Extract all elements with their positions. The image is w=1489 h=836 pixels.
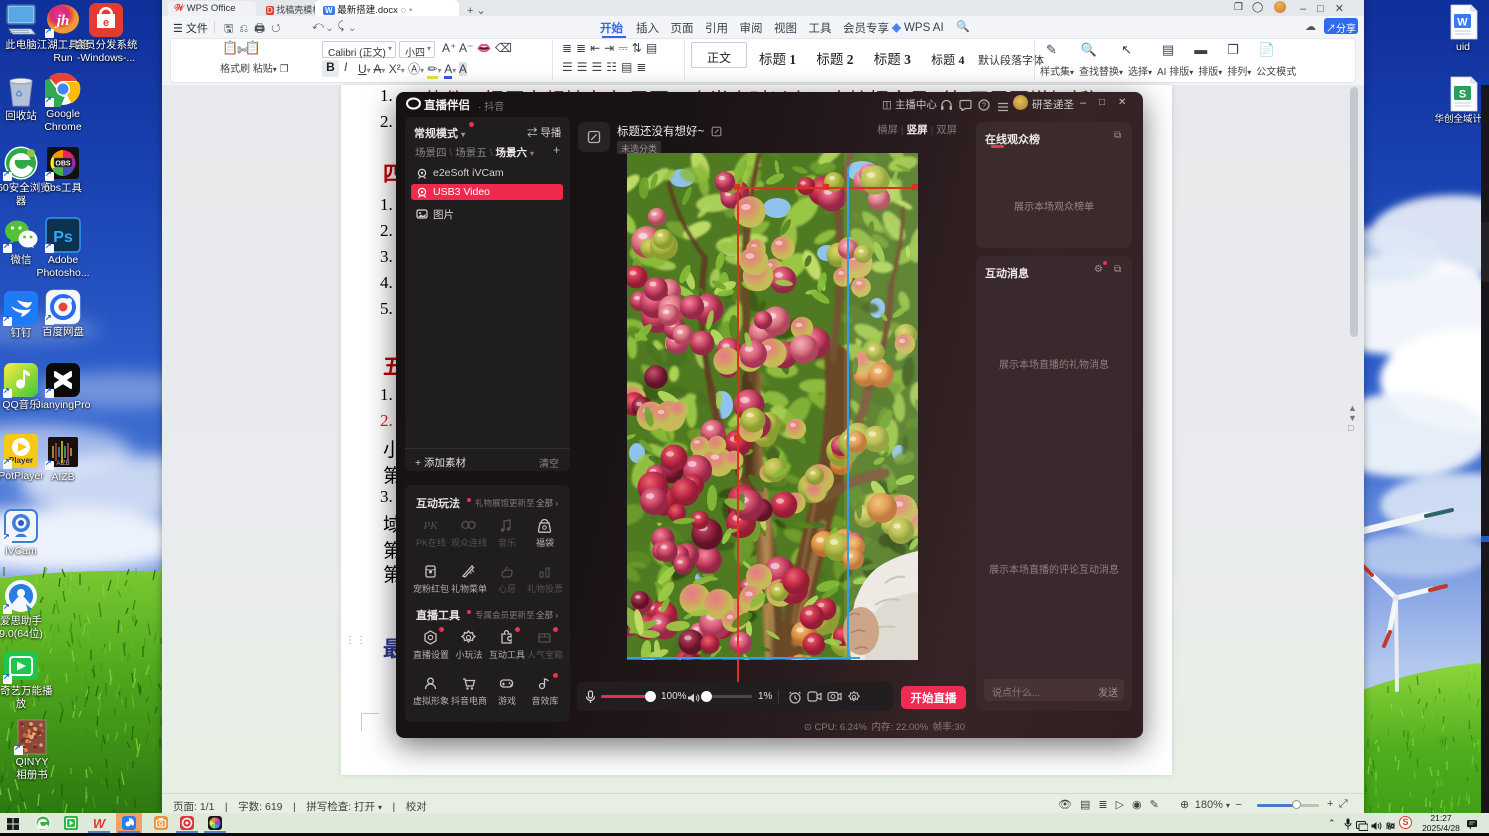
svg-text:W: W bbox=[1457, 17, 1468, 29]
svg-text:S: S bbox=[1459, 89, 1466, 101]
svg-text:W: W bbox=[93, 816, 107, 831]
svg-text:Player: Player bbox=[9, 456, 33, 465]
svg-text:♻: ♻ bbox=[15, 89, 23, 99]
svg-text:PK: PK bbox=[422, 520, 438, 532]
svg-text:OBS: OBS bbox=[55, 161, 71, 168]
svg-text:?: ? bbox=[982, 101, 986, 110]
svg-text:e: e bbox=[103, 17, 109, 29]
svg-text:jh: jh bbox=[55, 13, 70, 29]
svg-text:Ps: Ps bbox=[53, 229, 73, 246]
svg-text:AIZB: AIZB bbox=[56, 461, 69, 467]
